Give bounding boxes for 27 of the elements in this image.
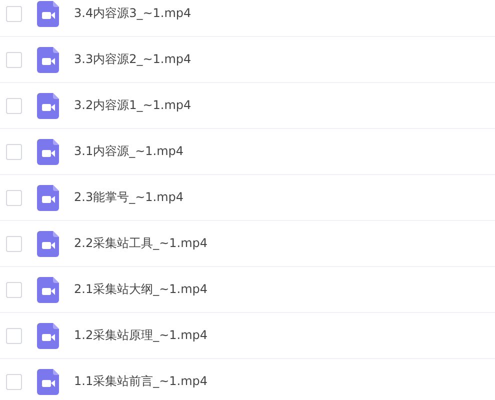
video-file-icon [37,92,59,118]
checkbox[interactable] [6,144,22,160]
file-name[interactable]: 1.1采集站前言_~1.mp4 [74,373,208,390]
checkbox[interactable] [6,236,22,252]
video-file-icon [37,368,59,394]
video-file-icon [37,46,59,72]
file-name[interactable]: 3.4内容源3_~1.mp4 [74,5,192,22]
video-file-icon [37,0,59,26]
checkbox[interactable] [6,52,22,68]
file-name[interactable]: 1.2采集站原理_~1.mp4 [74,327,208,344]
video-file-icon [37,138,59,164]
file-name[interactable]: 2.1采集站大纲_~1.mp4 [74,281,208,298]
file-name[interactable]: 2.2采集站工具_~1.mp4 [74,235,208,252]
video-file-icon [37,322,59,348]
file-name[interactable]: 3.1内容源_~1.mp4 [74,143,184,160]
checkbox[interactable] [6,328,22,344]
file-name[interactable]: 3.3内容源2_~1.mp4 [74,51,192,68]
video-file-icon [37,230,59,256]
video-file-icon [37,184,59,210]
checkbox[interactable] [6,190,22,206]
file-name[interactable]: 3.2内容源1_~1.mp4 [74,97,192,114]
checkbox[interactable] [6,282,22,298]
file-name[interactable]: 2.3能掌号_~1.mp4 [74,189,184,206]
checkbox[interactable] [6,374,22,390]
checkbox[interactable] [6,6,22,22]
video-file-icon [37,276,59,302]
checkbox[interactable] [6,98,22,114]
